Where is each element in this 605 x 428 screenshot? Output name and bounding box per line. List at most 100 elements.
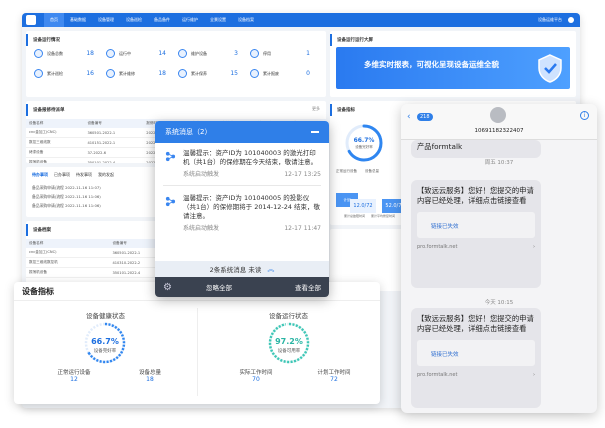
- sms-text: 【致远云服务】您好！您提交的申请内容已经处理，详细点击链接查看: [417, 314, 534, 333]
- user-avatar[interactable]: [568, 17, 574, 23]
- sms-phone-screen: ‹ 218 10691182322407 i 产品formtalk 周五 10:…: [401, 104, 597, 413]
- stat-value: 18: [86, 50, 94, 57]
- nav-maintenance[interactable]: 运行维护: [176, 13, 204, 27]
- table-cell: 振荡机设备: [26, 157, 85, 163]
- stat-running[interactable]: 运行中 14: [106, 49, 170, 58]
- table-cell: cnc金加工(CNC): [26, 248, 110, 258]
- stat-disabled[interactable]: 停用 1: [250, 49, 314, 58]
- big-screen-banner[interactable]: 多维实时报表，可视化呈现设备运维全貌: [336, 47, 570, 89]
- mini-legend-item: 正常运行设备: [336, 169, 357, 173]
- sms-partial-text: 产品formtalk: [417, 142, 463, 151]
- stat-value: 1: [306, 50, 310, 57]
- unread-bar[interactable]: 2条系统消息 未读 ︽: [155, 261, 329, 277]
- ignore-all-button[interactable]: 忽略全部: [206, 282, 232, 292]
- health-title: 设备健康状态: [86, 312, 125, 320]
- link-preview[interactable]: 链接已失效: [417, 340, 535, 366]
- stat-scrapped[interactable]: 累计报废 0: [250, 69, 314, 78]
- chevron-up-icon: ︽: [267, 265, 275, 273]
- stat-maintenance[interactable]: 维护设备 3: [178, 49, 242, 58]
- link-domain: pro.formtalk.net: [417, 372, 458, 378]
- nav-basic-data[interactable]: 基础数据: [64, 13, 92, 27]
- sms-bubble: 【致远云服务】您好！您提交的申请内容已经处理，详细点击链接查看 链接已失效 pr…: [411, 308, 541, 408]
- sms-bubble: 【致远云服务】您好！您提交的申请内容已经处理，详细点击链接查看 链接已失效 pr…: [411, 180, 541, 288]
- indicators-title: 设备指标: [22, 287, 54, 296]
- stat-repair[interactable]: 累计维修 18: [106, 69, 170, 78]
- table-header-cell: 设备编号: [84, 119, 144, 128]
- nav-archives[interactable]: 设备档案: [232, 13, 260, 27]
- mini-legend-item: 设备总量: [365, 169, 379, 173]
- tab-pending[interactable]: 待发事项: [76, 172, 92, 178]
- health-right-label: 设备总量: [138, 370, 161, 376]
- sms-timestamp: 周五 10:37: [484, 160, 514, 166]
- shield-icon: [538, 54, 562, 83]
- table-cell: 数控三维线数控机: [26, 257, 110, 268]
- gear-icon[interactable]: ⚙: [163, 282, 172, 293]
- health-right-value: 18: [146, 376, 154, 383]
- tab-mine[interactable]: 我的发起: [98, 172, 114, 178]
- stat-label: 停用: [263, 50, 271, 56]
- repair-icon: [106, 69, 115, 78]
- stat-value: 15: [230, 70, 238, 77]
- table-cell: 数控三维线数: [26, 137, 85, 148]
- mini-gauge-pct: 66.7%: [353, 137, 375, 144]
- table-cell: 360501-2022-1: [84, 128, 144, 138]
- unread-text: 2条系统消息 未读: [209, 266, 262, 274]
- mini-gauge-label: 设备完好率: [355, 145, 373, 149]
- nav-device-mgmt[interactable]: 设备管理: [92, 13, 120, 27]
- view-all-button[interactable]: 查看全部: [295, 282, 321, 292]
- mini-stat-card: 12.0/72: [350, 199, 376, 213]
- nav-inspection[interactable]: 设备巡检: [120, 13, 148, 27]
- inspection-icon: [34, 69, 43, 78]
- contact-avatar: [490, 107, 506, 123]
- back-chevron-icon[interactable]: ‹: [407, 112, 411, 122]
- run-pct: 97.2%: [275, 337, 303, 346]
- health-pct: 66.7%: [91, 337, 119, 346]
- table-cell: 37-2022-6: [84, 147, 144, 158]
- stat-inspection[interactable]: 累计巡检 16: [34, 69, 98, 78]
- table-cell: 烤漆设备: [26, 147, 85, 158]
- stat-label: 累计维修: [119, 70, 135, 76]
- nav-panorama[interactable]: 全景设置: [204, 13, 232, 27]
- message-time: 12-17 11:47: [284, 225, 321, 232]
- nav-spare-parts[interactable]: 备品备件: [148, 13, 176, 27]
- message-item[interactable]: 温馨提示：资产ID为 101040003 的激光打印机（共1台）的保修期在今天结…: [155, 143, 329, 183]
- top-nav-bar: 首页 基础数据 设备管理 设备巡检 备品备件 运行维护 全景设置 设备档案 设备…: [22, 13, 580, 27]
- big-screen-card: 设备运行运行大屏 多维实时报表，可视化呈现设备运维全貌: [330, 31, 576, 97]
- table-header-cell: 设备名称: [26, 119, 85, 128]
- message-item[interactable]: 温馨提示：资产ID为 101040005 的投影仪（共1台）的保修期将于 201…: [155, 188, 329, 237]
- run-right-value: 72: [330, 376, 338, 383]
- message-text: 温馨提示：资产ID为 101040003 的激光打印机（共1台）的保修期在今天结…: [183, 149, 318, 166]
- stat-value: 14: [158, 50, 166, 57]
- table-cell: 350101-2022-4: [84, 157, 144, 163]
- stat-value: 0: [306, 70, 310, 77]
- stat-value: 3: [234, 50, 238, 57]
- app-logo: [26, 15, 36, 25]
- info-icon[interactable]: i: [580, 111, 589, 120]
- unread-count-badge[interactable]: 218: [417, 113, 433, 121]
- chevron-right-icon: ›: [533, 244, 535, 250]
- stop-icon: [250, 49, 259, 58]
- big-screen-title: 设备运行运行大屏: [330, 34, 576, 46]
- stat-label: 维护设备: [191, 50, 207, 56]
- stat-label: 累计报废: [263, 70, 279, 76]
- sms-text: 【致远云服务】您好！您提交的申请内容已经处理，详细点击链接查看: [417, 186, 534, 205]
- overview-title: 设备运行情况: [26, 34, 326, 46]
- tab-todo[interactable]: 待办事项: [32, 172, 48, 178]
- platform-label: 设备运维平台: [538, 17, 562, 22]
- system-message-popup: 系统消息（2） 温馨提示：资产ID为 101040003 的激光打印机（共1台）…: [155, 121, 329, 297]
- link-preview-text: 链接已失效: [431, 352, 459, 358]
- stat-value: 18: [158, 70, 166, 77]
- stat-upkeep[interactable]: 累计保养 15: [178, 69, 242, 78]
- tab-done[interactable]: 已办事项: [54, 172, 70, 178]
- running-icon: [106, 49, 115, 58]
- device-icon: [34, 49, 43, 58]
- link-preview[interactable]: 链接已失效: [417, 212, 535, 238]
- stat-device-total[interactable]: 设备总数 18: [34, 49, 98, 58]
- sender-number: 10691182322407: [474, 128, 524, 134]
- link-domain: pro.formtalk.net: [417, 244, 458, 250]
- table-cell: 410151-2022-1: [84, 137, 144, 148]
- stat-value: 16: [86, 70, 94, 77]
- nav-home[interactable]: 首页: [44, 13, 64, 27]
- repairs-more-link[interactable]: 更多: [312, 106, 320, 112]
- minimize-icon[interactable]: [311, 131, 319, 133]
